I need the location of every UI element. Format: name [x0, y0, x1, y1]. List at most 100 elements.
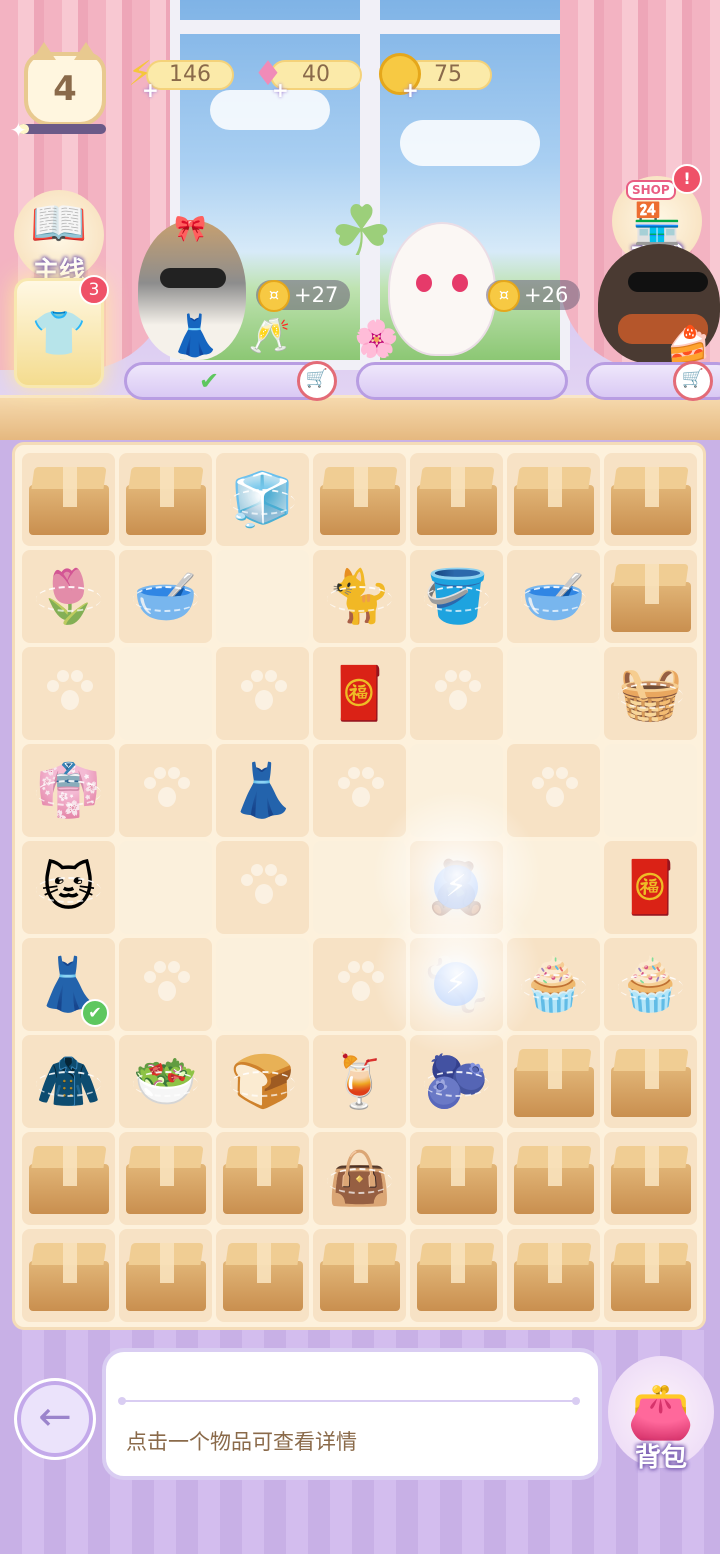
board-cell-box[interactable] — [507, 1035, 600, 1128]
add-energy-icon[interactable]: + — [142, 78, 159, 102]
board-cell-empty[interactable] — [119, 647, 212, 740]
back-button[interactable]: ← — [14, 1378, 96, 1460]
board-cell-locked[interactable] — [313, 744, 406, 837]
board-cell-empty[interactable] — [119, 841, 212, 934]
cardboard-box-icon — [416, 1241, 497, 1311]
check-icon: ✔ — [81, 999, 109, 1027]
board-cell-locked[interactable] — [216, 647, 309, 740]
board-cell-item[interactable]: 🥣 — [507, 550, 600, 643]
paw-icon — [46, 669, 93, 714]
board-cell-locked[interactable] — [507, 744, 600, 837]
board-cell-box[interactable] — [216, 1132, 309, 1225]
board-cell-box[interactable] — [604, 1229, 697, 1322]
board-cell-box[interactable] — [22, 1132, 115, 1225]
board-cell-item[interactable]: 🧺 — [604, 647, 697, 740]
paw-icon — [143, 960, 190, 1005]
board-cell-item[interactable]: 🌷 — [22, 550, 115, 643]
cardboard-box-icon — [28, 1241, 109, 1311]
cardboard-box-icon — [222, 1144, 303, 1214]
board-cell-item[interactable]: 🍹 — [313, 1035, 406, 1128]
board-cell-box[interactable] — [22, 453, 115, 546]
board-cell-item[interactable]: 🐈 — [313, 550, 406, 643]
board-cell-box[interactable] — [119, 1229, 212, 1322]
board-cell-empty[interactable] — [604, 744, 697, 837]
board-cell-box[interactable] — [313, 453, 406, 546]
level-value: 4 — [53, 69, 77, 109]
board-cell-item[interactable]: 🦴⚡ — [410, 938, 503, 1031]
board-cell-item[interactable]: 🧧 — [313, 647, 406, 740]
board-cell-box[interactable] — [313, 1229, 406, 1322]
outfit-button[interactable]: 👕 3 — [14, 275, 109, 388]
purse-icon: 👛 — [627, 1380, 695, 1443]
back-arrow-icon: ← — [38, 1394, 72, 1440]
paw-icon — [143, 766, 190, 811]
board-cell-item[interactable]: 🪣 — [410, 550, 503, 643]
board-cell-item[interactable]: 🍞 — [216, 1035, 309, 1128]
board-cell-item[interactable]: 🧊 — [216, 453, 309, 546]
board-cell-empty[interactable] — [313, 841, 406, 934]
add-gems-icon[interactable]: + — [272, 78, 289, 102]
board-cell-box[interactable] — [507, 1132, 600, 1225]
board-cell-locked[interactable] — [313, 938, 406, 1031]
sunglasses-icon — [160, 268, 226, 288]
shop-alert-badge: ! — [672, 164, 702, 194]
cart-icon[interactable]: 🛒 — [297, 361, 337, 401]
board-cell-item[interactable]: 👗 ✔ — [22, 938, 115, 1031]
add-coins-icon[interactable]: + — [402, 78, 419, 102]
board-cell-item[interactable]: 🫐 — [410, 1035, 503, 1128]
board-cell-box[interactable] — [604, 1132, 697, 1225]
board-cell-item[interactable]: 👘 — [22, 744, 115, 837]
cardboard-box-icon — [610, 1047, 691, 1117]
board-cell-item[interactable]: 🧥 — [22, 1035, 115, 1128]
cat-basket-icon: 🐱 — [41, 857, 96, 918]
board-cell-box[interactable] — [604, 1035, 697, 1128]
board-cell-box[interactable] — [410, 1229, 503, 1322]
board-cell-empty[interactable] — [216, 938, 309, 1031]
board-cell-locked[interactable] — [216, 841, 309, 934]
info-hint-text: 点击一个物品可查看详情 — [126, 1430, 357, 1454]
customer-cat-white[interactable] — [388, 222, 496, 356]
order-slot-2[interactable] — [356, 362, 568, 400]
board-cell-locked[interactable] — [119, 744, 212, 837]
reward-tag-2: ¤ +26 — [486, 280, 581, 312]
check-icon: ✔ — [199, 367, 220, 395]
level-badge[interactable]: 4 — [24, 42, 106, 126]
teal-bowl-icon: 🥣 — [521, 566, 586, 627]
board-cell-locked[interactable] — [22, 647, 115, 740]
order-slot-3[interactable]: 🛒 — [586, 361, 720, 401]
bag-button[interactable]: 👛 背包 — [608, 1356, 714, 1473]
board-cell-box[interactable] — [22, 1229, 115, 1322]
board-cell-box[interactable] — [216, 1229, 309, 1322]
cart-icon[interactable]: 🛒 — [673, 361, 713, 401]
board-cell-box[interactable] — [119, 1132, 212, 1225]
board-cell-item[interactable]: 👜 — [313, 1132, 406, 1225]
board-cell-box[interactable] — [119, 453, 212, 546]
board-cell-item[interactable]: 🧧 — [604, 841, 697, 934]
xp-bar — [18, 124, 106, 134]
board-cell-locked[interactable] — [119, 938, 212, 1031]
board-cell-item[interactable]: 🐱 — [22, 841, 115, 934]
board-cell-box[interactable] — [507, 1229, 600, 1322]
board-cell-item[interactable]: 👗 — [216, 744, 309, 837]
board-cell-item[interactable]: 🧁 — [507, 938, 600, 1031]
board-cell-box[interactable] — [604, 453, 697, 546]
board-cell-item[interactable]: 🥗 — [119, 1035, 212, 1128]
board-cell-empty[interactable] — [216, 550, 309, 643]
board-cell-item[interactable]: 🧸⚡ — [410, 841, 503, 934]
order-slot-1[interactable]: ✔ 🛒 — [124, 361, 337, 401]
board-cell-empty[interactable] — [507, 841, 600, 934]
flower-icon: 🌸 — [354, 319, 399, 360]
cardboard-box-icon — [610, 465, 691, 535]
board-cell-item[interactable]: 🧁 — [604, 938, 697, 1031]
board-cell-box[interactable] — [507, 453, 600, 546]
main-quest-button[interactable]: 📖 主线 — [14, 190, 104, 287]
board-cell-box[interactable] — [410, 453, 503, 546]
shovel-icon: 🪣 — [424, 566, 489, 627]
board-cell-empty[interactable] — [410, 744, 503, 837]
cream-puff-icon: 🧁 — [521, 954, 586, 1015]
board-cell-item[interactable]: 🥣 — [119, 550, 212, 643]
board-cell-empty[interactable] — [507, 647, 600, 740]
board-cell-box[interactable] — [410, 1132, 503, 1225]
board-cell-box[interactable] — [604, 550, 697, 643]
board-cell-locked[interactable] — [410, 647, 503, 740]
